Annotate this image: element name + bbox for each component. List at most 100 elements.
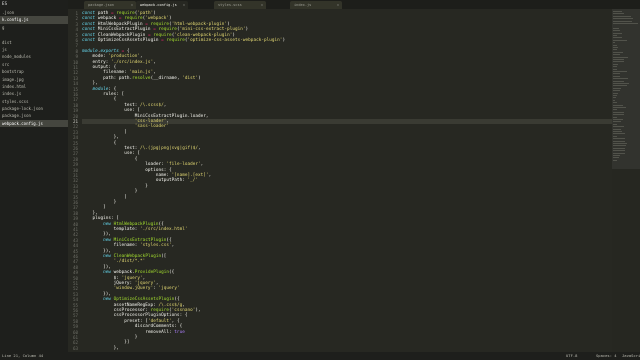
close-icon[interactable]: × bbox=[337, 1, 339, 9]
minimap-line bbox=[613, 63, 619, 65]
minimap-line bbox=[613, 39, 628, 41]
minimap-line bbox=[613, 32, 622, 34]
minimap-line bbox=[613, 97, 616, 99]
minimap-line bbox=[613, 44, 618, 46]
minimap-line bbox=[613, 159, 618, 161]
minimap-line bbox=[613, 157, 619, 159]
sidebar-item[interactable]: node_modules bbox=[0, 53, 68, 60]
minimap-line bbox=[613, 145, 626, 147]
minimap[interactable] bbox=[612, 9, 640, 352]
minimap-line bbox=[613, 37, 622, 39]
minimap-line bbox=[613, 73, 621, 75]
minimap-line bbox=[613, 49, 618, 51]
minimap-line bbox=[613, 140, 626, 142]
minimap-line bbox=[613, 59, 624, 60]
minimap-line bbox=[613, 150, 626, 152]
sidebar-item[interactable]: bootstrap bbox=[0, 68, 68, 75]
encoding-indicator[interactable]: UTF-8 bbox=[566, 352, 577, 360]
code-line[interactable]: }, bbox=[82, 346, 612, 351]
minimap-line bbox=[613, 95, 618, 96]
sidebar-item[interactable]: webpack.config.js bbox=[0, 119, 68, 128]
minimap-line bbox=[613, 35, 618, 36]
minimap-line bbox=[613, 80, 624, 82]
sidebar-item[interactable]: js bbox=[0, 46, 68, 53]
sidebar-item[interactable]: styles.scss bbox=[0, 98, 68, 105]
minimap-line bbox=[613, 114, 625, 116]
minimap-line bbox=[613, 27, 619, 29]
minimap-line bbox=[613, 11, 622, 12]
minimap-line bbox=[613, 102, 618, 104]
minimap-line bbox=[613, 85, 628, 87]
minimap-line bbox=[613, 155, 620, 156]
minimap-line bbox=[613, 121, 621, 123]
minimap-line bbox=[613, 135, 617, 137]
minimap-line bbox=[613, 107, 626, 108]
minimap-line bbox=[613, 30, 621, 32]
minimap-line bbox=[613, 66, 618, 68]
minimap-line bbox=[613, 56, 629, 58]
minimap-line bbox=[613, 71, 628, 72]
sidebar-item[interactable]: index.js bbox=[0, 90, 68, 97]
minimap-line bbox=[613, 13, 624, 15]
tab-4[interactable]: index.js × bbox=[290, 1, 342, 9]
minimap-line bbox=[613, 147, 625, 149]
minimap-line bbox=[613, 128, 621, 130]
minimap-line bbox=[613, 15, 631, 17]
tab-2[interactable]: webpack.config.js × bbox=[136, 1, 188, 9]
minimap-line bbox=[613, 54, 621, 56]
tab-label: index.js bbox=[294, 3, 312, 7]
minimap-line bbox=[613, 75, 620, 77]
minimap-line bbox=[613, 23, 638, 24]
minimap-line bbox=[613, 92, 619, 94]
minimap-line bbox=[613, 78, 628, 80]
syntax-indicator[interactable]: JavaScript bbox=[622, 352, 640, 360]
sidebar-item[interactable] bbox=[0, 31, 68, 38]
minimap-line bbox=[613, 99, 615, 101]
minimap-line bbox=[613, 119, 624, 120]
minimap-line bbox=[613, 143, 628, 144]
line-number: 63 bbox=[72, 345, 78, 351]
minimap-line bbox=[613, 111, 624, 113]
line-number-gutter: 1 2 3 4 5 6 7 8 9 10 11 12 13 14 15 16 17 18 19 20 21 22 23 24 2… bbox=[68, 9, 80, 352]
close-icon[interactable]: × bbox=[131, 1, 133, 9]
sidebar-item[interactable]: package-lock.json bbox=[0, 105, 68, 112]
minimap-line bbox=[613, 116, 617, 118]
minimap-line bbox=[613, 47, 619, 48]
code-editor[interactable]: const path = require('path') const webpac… bbox=[82, 9, 612, 352]
minimap-line bbox=[613, 152, 626, 154]
file-sidebar: ES .json k.config.js g dist js node_modules sr… bbox=[0, 0, 68, 352]
tab-label: package.json bbox=[88, 3, 114, 7]
tab-1[interactable]: package.json × bbox=[84, 1, 136, 9]
minimap-line bbox=[613, 126, 625, 128]
minimap-line bbox=[613, 138, 625, 140]
minimap-line bbox=[613, 123, 617, 125]
minimap-line bbox=[613, 87, 621, 89]
minimap-line bbox=[613, 42, 615, 44]
minimap-line bbox=[613, 133, 625, 135]
sidebar-item[interactable]: package.json bbox=[0, 112, 68, 119]
minimap-line bbox=[613, 104, 623, 106]
status-bar: Line 21, Column 44 UTF-8 Spaces: 4 JavaS… bbox=[0, 352, 640, 360]
minimap-line bbox=[613, 68, 618, 70]
close-icon[interactable]: × bbox=[261, 1, 263, 9]
tab-label: webpack.config.js bbox=[140, 3, 177, 7]
tab-label: styles.scss bbox=[218, 3, 242, 7]
tab-3[interactable]: styles.scss × bbox=[214, 1, 266, 9]
tab-bar: package.json × webpack.config.js × styles.sc… bbox=[68, 0, 640, 9]
sidebar-header: ES bbox=[2, 1, 8, 6]
minimap-line bbox=[613, 61, 624, 63]
sidebar-item[interactable]: image.jpg bbox=[0, 76, 68, 83]
sidebar-item[interactable]: g bbox=[0, 24, 68, 31]
sidebar-item[interactable]: src bbox=[0, 61, 68, 68]
minimap-line bbox=[613, 83, 629, 84]
sidebar-item[interactable]: index.html bbox=[0, 83, 68, 90]
cursor-position[interactable]: Line 21, Column 44 bbox=[2, 352, 43, 360]
sidebar-item[interactable]: dist bbox=[0, 39, 68, 46]
minimap-line bbox=[613, 20, 632, 22]
close-icon[interactable]: × bbox=[183, 1, 185, 9]
sidebar-item[interactable]: .json bbox=[0, 9, 68, 16]
minimap-line bbox=[613, 18, 634, 20]
minimap-line bbox=[613, 109, 617, 111]
sidebar-item[interactable]: k.config.js bbox=[0, 16, 68, 24]
indentation-indicator[interactable]: Spaces: 4 bbox=[596, 352, 617, 360]
